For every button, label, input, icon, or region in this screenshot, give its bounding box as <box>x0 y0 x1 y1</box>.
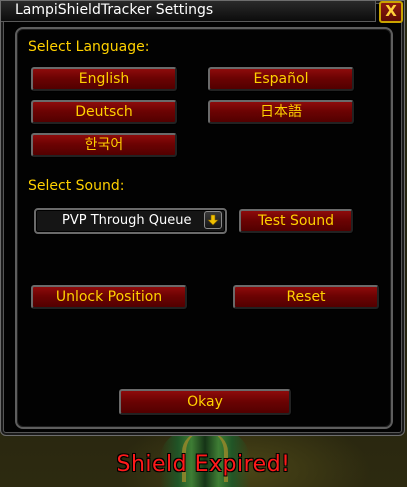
settings-window: LampiShieldTracker Settings X Select Lan… <box>0 0 405 436</box>
english-button[interactable]: English <box>31 67 177 91</box>
select-language-label: Select Language: <box>28 39 150 55</box>
japanese-button[interactable]: 日本語 <box>208 100 354 124</box>
sound-dropdown-value: PVP Through Queue <box>62 213 192 228</box>
unlock-position-button[interactable]: Unlock Position <box>31 285 187 309</box>
korean-button[interactable]: 한국어 <box>31 133 177 157</box>
deutsch-button[interactable]: Deutsch <box>31 100 177 124</box>
chevron-down-icon[interactable] <box>204 211 222 229</box>
window-title: LampiShieldTracker Settings <box>15 2 214 18</box>
reset-button[interactable]: Reset <box>233 285 379 309</box>
shield-expired-alert: Shield Expired! <box>116 452 291 477</box>
okay-button[interactable]: Okay <box>119 389 291 415</box>
sound-dropdown[interactable]: PVP Through Queue <box>34 208 227 234</box>
title-bar[interactable]: LampiShieldTracker Settings <box>1 1 376 22</box>
close-button[interactable]: X <box>379 1 403 23</box>
select-sound-label: Select Sound: <box>28 178 125 194</box>
espanol-button[interactable]: Español <box>208 67 354 91</box>
test-sound-button[interactable]: Test Sound <box>239 209 353 233</box>
